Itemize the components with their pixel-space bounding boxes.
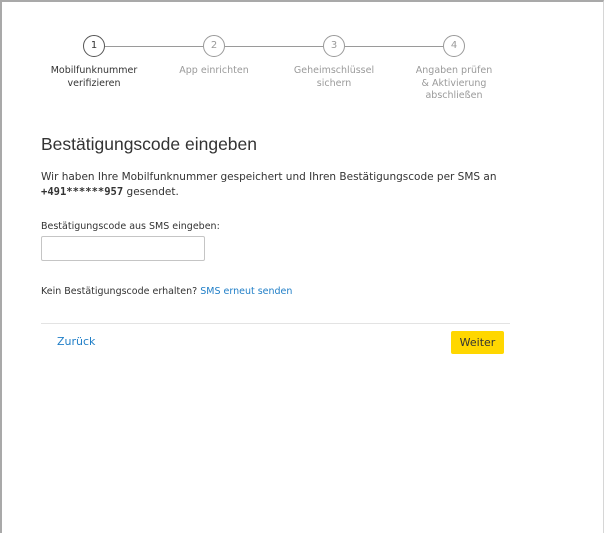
step-2-circle: 2 — [203, 35, 225, 57]
step-1-label-line1: Mobilfunknummer — [50, 65, 138, 76]
step-4-circle: 4 — [443, 35, 465, 57]
progress-stepper: 1 2 3 4 Mobilfunknummer verifizieren App… — [2, 2, 604, 142]
step-3-label-line2: sichern — [316, 77, 352, 89]
step-connector — [345, 46, 443, 47]
step-3-label-line1: Geheimschlüssel — [293, 65, 375, 76]
step-1-label-line2: verifizieren — [67, 77, 121, 89]
step-4-label: Angaben prüfen & Aktivierung abschließen — [399, 65, 509, 103]
wizard-page: 1 2 3 4 Mobilfunknummer verifizieren App… — [0, 0, 604, 533]
step-4-label-line2: & Aktivierung — [421, 77, 487, 89]
intro-text: Wir haben Ihre Mobilfunknummer gespeiche… — [41, 170, 521, 200]
step-2-label-line1: App einrichten — [179, 65, 249, 76]
resend-question: Kein Bestätigungscode erhalten? — [41, 286, 198, 297]
intro-suffix: gesendet. — [123, 186, 179, 198]
step-2-label: App einrichten — [159, 65, 269, 78]
back-button[interactable]: Zurück — [57, 335, 95, 348]
next-button[interactable]: Weiter — [451, 331, 504, 354]
resend-row: Kein Bestätigungscode erhalten? SMS erne… — [41, 286, 292, 297]
intro-message: Wir haben Ihre Mobilfunknummer gespeiche… — [41, 171, 497, 183]
code-field-label: Bestätigungscode aus SMS eingeben: — [41, 221, 220, 232]
step-4-label-line3: abschließen — [425, 90, 483, 101]
step-1-label: Mobilfunknummer verifizieren — [39, 65, 149, 90]
resend-sms-link[interactable]: SMS erneut senden — [200, 286, 292, 297]
step-1-circle: 1 — [83, 35, 105, 57]
step-connector — [225, 46, 323, 47]
footer-divider — [41, 323, 510, 324]
sms-code-input[interactable] — [41, 236, 205, 261]
page-title: Bestätigungscode eingeben — [41, 134, 258, 154]
step-4-label-line1: Angaben prüfen — [415, 65, 493, 76]
masked-phone-number: +491******957 — [41, 186, 124, 198]
step-3-label: Geheimschlüssel sichern — [279, 65, 389, 90]
step-3-circle: 3 — [323, 35, 345, 57]
step-connector — [105, 46, 203, 47]
